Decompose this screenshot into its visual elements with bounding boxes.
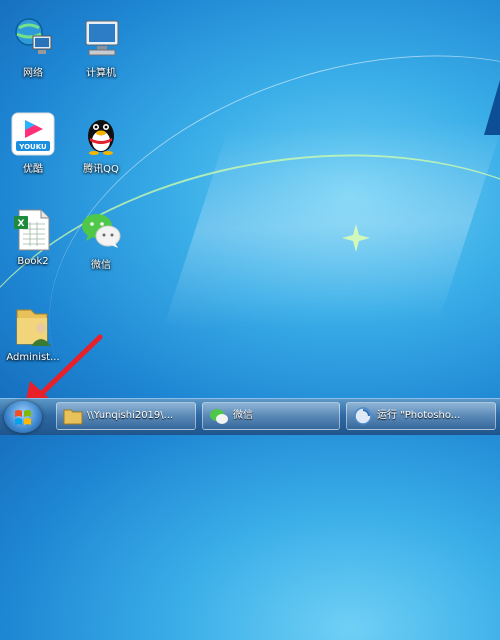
network-icon xyxy=(11,16,55,60)
photoshop-loading-icon xyxy=(353,407,373,425)
wallpaper-sparkle xyxy=(342,224,370,252)
desktop-icon-label: 腾讯QQ xyxy=(83,164,119,175)
wechat-icon xyxy=(79,208,123,252)
taskbar-button-label: 运行 "Photosho... xyxy=(377,410,461,421)
taskbar-button-explorer[interactable]: \\Yunqishi2019\... xyxy=(56,402,196,430)
taskbar-button-label: 微信 xyxy=(233,410,253,421)
desktop-icon-label: 网络 xyxy=(23,68,43,79)
wallpaper-green-wave xyxy=(0,102,500,640)
wallpaper-shape xyxy=(484,80,500,135)
desktop-icon-label: Book2 xyxy=(17,256,49,267)
folder-icon xyxy=(63,407,83,425)
desktop-icon-qq[interactable]: 腾讯QQ xyxy=(69,112,133,175)
desktop-icon-administrator[interactable]: Administ... xyxy=(1,304,65,363)
start-button[interactable] xyxy=(4,401,42,433)
desktop-icon-computer[interactable]: 计算机 xyxy=(69,16,133,79)
desktop-icon-wechat[interactable]: 微信 xyxy=(69,208,133,271)
desktop-icon-youku[interactable]: YOUKU 优酷 xyxy=(1,112,65,175)
computer-icon xyxy=(79,16,123,60)
user-folder-icon xyxy=(11,304,55,348)
svg-text:YOUKU: YOUKU xyxy=(18,143,47,151)
excel-file-icon: X xyxy=(11,208,55,252)
windows-start-icon xyxy=(15,410,31,425)
wechat-icon xyxy=(209,407,229,425)
svg-text:X: X xyxy=(18,219,25,229)
desktop-icon-label: 计算机 xyxy=(86,68,116,79)
taskbar-button-wechat[interactable]: 微信 xyxy=(202,402,340,430)
qq-penguin-icon xyxy=(79,112,123,156)
youku-icon: YOUKU xyxy=(11,112,55,156)
desktop-icon-label: Administ... xyxy=(6,352,60,363)
desktop-icon-label: 微信 xyxy=(91,260,111,271)
taskbar: \\Yunqishi2019\... 微信 运行 "Photosho... xyxy=(0,398,500,435)
desktop-icon-network[interactable]: 网络 xyxy=(1,16,65,79)
taskbar-button-label: \\Yunqishi2019\... xyxy=(87,410,174,421)
taskbar-button-photoshop[interactable]: 运行 "Photosho... xyxy=(346,402,496,430)
desktop-icon-book2[interactable]: X Book2 xyxy=(1,208,65,267)
desktop-icon-label: 优酷 xyxy=(23,164,43,175)
